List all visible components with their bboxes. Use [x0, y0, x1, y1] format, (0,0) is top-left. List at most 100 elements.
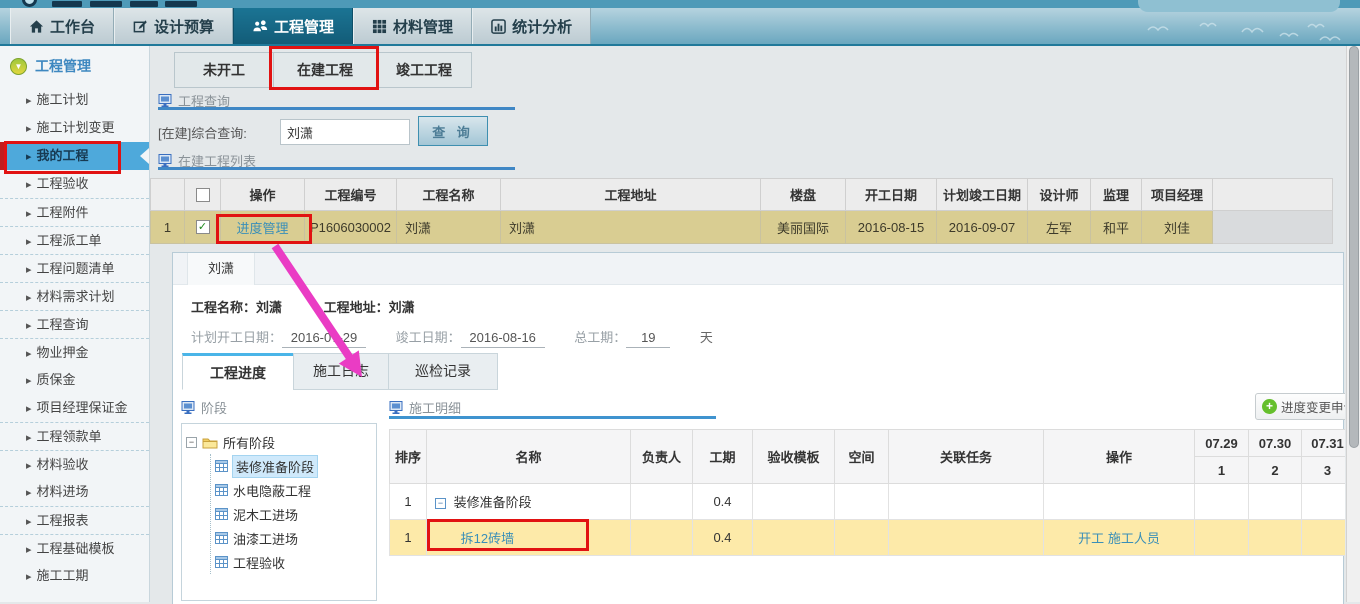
sidebar-item-material-entry[interactable]: ▸材料进场 [0, 478, 149, 506]
detail-project-tab[interactable]: 刘潇 [187, 253, 255, 285]
tree-node-hydropower[interactable]: 水电隐蔽工程 [215, 478, 372, 502]
stage-tree: − 所有阶段 装修准备阶段 水电隐蔽工程 泥木工进场 油漆工进场 [181, 423, 377, 601]
start-work-link[interactable]: 开工 [1078, 531, 1104, 546]
tree-node-label: 泥木工进场 [233, 505, 298, 524]
row-operation-cell: 进度管理 [221, 211, 305, 244]
tab-inspection-record[interactable]: 巡检记录 [388, 353, 498, 390]
logo-fragment [52, 1, 82, 7]
row-project-address: 刘潇 [501, 211, 761, 244]
module-circle-icon[interactable]: ▼ [10, 58, 27, 75]
tree-node-preparation-stage[interactable]: 装修准备阶段 [215, 454, 372, 478]
dheader-seq: 排序 [390, 430, 427, 484]
stage-grid-icon [215, 508, 228, 520]
work-section-title: 施工明细 [409, 398, 461, 417]
stage-grid-icon [215, 484, 228, 496]
tab-completed[interactable]: 竣工工程 [376, 52, 472, 88]
sidebar-item-construction-duration[interactable]: ▸施工工期 [0, 562, 149, 590]
progress-change-button[interactable]: + 进度变更申请 [1255, 393, 1345, 420]
select-all-checkbox[interactable] [196, 188, 210, 202]
collapse-icon[interactable]: − [186, 437, 197, 448]
stage-grid-icon [215, 556, 228, 568]
table-row: 1 ✓ 进度管理 P1606030002 刘潇 刘潇 美丽国际 2016-08-… [151, 211, 1333, 244]
tab-not-started[interactable]: 未开工 [174, 52, 274, 88]
sidebar-item-plan-change[interactable]: ▸施工计划变更 [0, 114, 149, 142]
drow-tasks [889, 520, 1044, 556]
sidebar-item-material-acceptance[interactable]: ▸材料验收 [0, 450, 149, 478]
sidebar-item-label: 材料需求计划 [37, 289, 115, 304]
nav-tab-design-budget[interactable]: 设计预算 [114, 8, 233, 44]
plus-icon: + [1262, 399, 1277, 414]
tree-children: 装修准备阶段 水电隐蔽工程 泥木工进场 油漆工进场 工程验收 [210, 454, 372, 574]
dheader-operation: 操作 [1044, 430, 1195, 484]
tree-node-acceptance[interactable]: 工程验收 [215, 550, 372, 574]
progress-management-link[interactable]: 进度管理 [236, 221, 288, 236]
task-link[interactable]: 拆12砖墙 [461, 531, 514, 546]
caret-icon: ▸ [26, 544, 32, 556]
sidebar-item-manager-deposit[interactable]: ▸项目经理保证金 [0, 394, 149, 422]
tab-project-progress[interactable]: 工程进度 [182, 353, 294, 390]
caret-icon: ▸ [26, 375, 32, 387]
check-icon: ✓ [198, 221, 207, 233]
page-scrollbar[interactable] [1346, 46, 1360, 602]
caret-icon: ▸ [26, 151, 32, 163]
header-project-address: 工程地址 [501, 179, 761, 211]
sidebar-item-material-demand[interactable]: ▸材料需求计划 [0, 282, 149, 310]
sidebar-item-quality-deposit[interactable]: ▸质保金 [0, 366, 149, 394]
row-collapse-icon[interactable]: − [435, 498, 446, 509]
home-icon [29, 19, 44, 34]
selected-notch [140, 148, 149, 164]
sidebar-item-project-query[interactable]: ▸工程查询 [0, 310, 149, 338]
workers-link[interactable]: 施工人员 [1108, 531, 1160, 546]
caret-icon: ▸ [26, 348, 32, 360]
header-estate: 楼盘 [761, 179, 846, 211]
nav-tab-material-management[interactable]: 材料管理 [353, 8, 472, 44]
change-button-label: 进度变更申请 [1281, 397, 1345, 416]
sidebar-item-my-projects[interactable]: ▸我的工程 [0, 142, 149, 170]
tree-node-carpentry[interactable]: 泥木工进场 [215, 502, 372, 526]
sidebar-item-acceptance[interactable]: ▸工程验收 [0, 170, 149, 198]
sidebar-item-base-template[interactable]: ▸工程基础模板 [0, 534, 149, 562]
drow-space [835, 520, 889, 556]
drow-operation: 开工 施工人员 [1044, 520, 1195, 556]
dheader-template: 验收模板 [753, 430, 835, 484]
nav-tab-workbench[interactable]: 工作台 [10, 8, 114, 44]
sidebar-item-label: 施工计划 [37, 92, 89, 107]
drow-owner [631, 484, 693, 520]
nav-tab-label: 材料管理 [393, 16, 453, 37]
tab-in-progress[interactable]: 在建工程 [273, 52, 377, 88]
search-button[interactable]: 查 询 [418, 116, 488, 146]
sidebar-item-payment-order[interactable]: ▸工程领款单 [0, 422, 149, 450]
monitor-icon [158, 94, 172, 107]
caret-icon: ▸ [26, 516, 32, 528]
tree-node-painting[interactable]: 油漆工进场 [215, 526, 372, 550]
sidebar-item-issue-list[interactable]: ▸工程问题清单 [0, 254, 149, 282]
drow-seq: 1 [390, 520, 427, 556]
tree-node-label: 装修准备阶段 [233, 456, 317, 477]
tab-construction-log[interactable]: 施工日志 [293, 353, 389, 390]
search-input[interactable] [280, 119, 410, 145]
sidebar-item-property-deposit[interactable]: ▸物业押金 [0, 338, 149, 366]
drow-day-cell [1195, 484, 1249, 520]
row-checkbox[interactable]: ✓ [196, 220, 210, 234]
drow-day-cell [1195, 520, 1249, 556]
drow-operation [1044, 484, 1195, 520]
row-index: 1 [151, 211, 185, 244]
nav-tab-project-management[interactable]: 工程管理 [233, 8, 353, 44]
header-designer: 设计师 [1028, 179, 1091, 211]
sidebar-item-dispatch-order[interactable]: ▸工程派工单 [0, 226, 149, 254]
row-manager: 刘佳 [1142, 211, 1213, 244]
header-start-date: 开工日期 [846, 179, 937, 211]
drow-duration: 0.4 [693, 484, 753, 520]
nav-tab-statistics[interactable]: 统计分析 [472, 8, 591, 44]
table-header-row: 操作 工程编号 工程名称 工程地址 楼盘 开工日期 计划竣工日期 设计师 监理 … [151, 179, 1333, 211]
finish-value: 2016-08-16 [461, 330, 545, 348]
sidebar-item-reports[interactable]: ▸工程报表 [0, 506, 149, 534]
nav-tab-label: 设计预算 [154, 16, 214, 37]
sidebar-item-construction-plan[interactable]: ▸施工计划 [0, 86, 149, 114]
drow-task-name-cell: 拆12砖墙 [427, 520, 631, 556]
scrollbar-thumb[interactable] [1349, 46, 1359, 448]
sidebar-item-attachments[interactable]: ▸工程附件 [0, 198, 149, 226]
plus-glyph: + [1266, 399, 1273, 413]
tree-node-label: 工程验收 [233, 553, 285, 572]
tree-root-all-stages[interactable]: − 所有阶段 [186, 430, 372, 454]
